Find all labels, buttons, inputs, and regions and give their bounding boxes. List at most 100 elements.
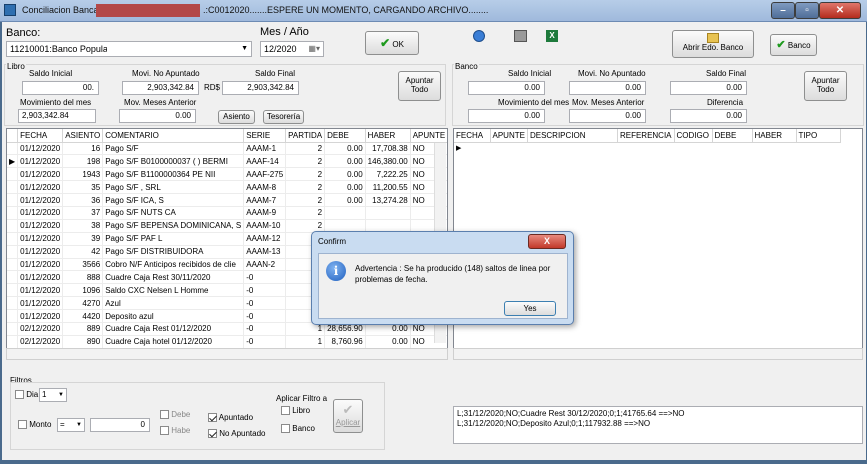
monto-filter[interactable]: Monto [18, 420, 51, 430]
banco-button[interactable]: ✔ Banco [770, 34, 817, 56]
dia-select[interactable]: 1 ▼ [39, 388, 67, 402]
haber-filter[interactable]: Habe [160, 426, 191, 436]
libro-movi-no-apuntado-field[interactable]: 2,903,342.84 [122, 81, 199, 95]
table-row[interactable]: 02/12/2020 890 Cuadre Caja hotel 01/12/202… [7, 335, 447, 349]
row-selector[interactable] [7, 296, 19, 311]
row-selector[interactable] [7, 180, 19, 195]
print-icon[interactable] [514, 30, 527, 42]
help-icon[interactable] [473, 30, 485, 42]
no-apuntado-checkbox[interactable] [208, 429, 217, 439]
banco-movi-no-apuntado-field[interactable]: 0.00 [569, 81, 646, 95]
libro-movimiento-mes-field[interactable]: 2,903,342.84 [18, 109, 96, 123]
libro-column-header[interactable]: COMENTARIO [102, 129, 245, 143]
row-pointer-icon[interactable]: ▶ [7, 154, 19, 169]
tesoreria-button[interactable]: Tesorería [263, 110, 304, 124]
dia-value: 1 [42, 390, 47, 399]
table-cell: Pago S/F DISTRIBUIDORA [102, 245, 245, 259]
chevron-down-icon[interactable]: ▼ [58, 389, 64, 401]
row-selector[interactable] [7, 258, 19, 272]
libro-saldo-final-field[interactable]: 2,903,342.84 [222, 81, 299, 95]
row-selector[interactable] [7, 245, 19, 259]
dia-checkbox[interactable] [15, 390, 24, 400]
banco-column-header[interactable]: TIPO [796, 129, 841, 143]
banco-column-header[interactable]: HABER [752, 129, 797, 143]
libro-column-header[interactable]: APUNTE [410, 129, 447, 143]
apuntado-filter[interactable]: Apuntado [208, 413, 253, 423]
calendar-icon[interactable]: ▦▾ [308, 42, 320, 56]
banco-column-header[interactable]: CODIGO [674, 129, 713, 143]
aplicar-banco-filter[interactable]: Banco [281, 424, 315, 434]
excel-icon[interactable]: X [546, 30, 558, 42]
dia-filter[interactable]: Dia [15, 390, 38, 400]
chevron-down-icon[interactable]: ▼ [76, 419, 82, 431]
aplicar-banco-checkbox[interactable] [281, 424, 290, 434]
minimize-button[interactable]: – [771, 2, 795, 19]
table-row[interactable]: 01/12/2020 35 Pago S/F , SRL AAAM-8 2 0.00 11,… [7, 180, 447, 195]
table-cell: 02/12/2020 [17, 322, 64, 336]
row-selector[interactable] [7, 335, 19, 349]
dialog-close-button[interactable]: X [528, 234, 566, 249]
table-row[interactable]: 01/12/2020 1943 Pago S/F B1100000364 PE NI… [7, 167, 447, 182]
row-selector[interactable] [7, 309, 19, 323]
libro-horizontal-scrollbar[interactable] [6, 348, 448, 360]
row-selector[interactable] [7, 270, 19, 285]
table-row[interactable]: 01/12/2020 37 Pago S/F NUTS CA AAAM-9 2 [7, 206, 447, 220]
aplicar-libro-filter[interactable]: Libro [281, 406, 310, 416]
aplicar-libro-checkbox[interactable] [281, 406, 290, 416]
banco-column-header[interactable]: APUNTE [490, 129, 528, 143]
maximize-button[interactable]: ▫ [795, 2, 819, 19]
banco-movimiento-mes-field[interactable]: 0.00 [468, 109, 545, 123]
libro-column-header[interactable]: HABER [365, 129, 411, 143]
table-cell: Pago S/F BEPENSA DOMINICANA, S [102, 219, 245, 233]
debe-filter[interactable]: Debe [160, 410, 190, 420]
debe-checkbox[interactable] [160, 410, 169, 420]
banco-column-header[interactable]: FECHA [454, 129, 491, 143]
asiento-button[interactable]: Asiento [218, 110, 255, 124]
row-selector[interactable] [7, 167, 19, 182]
aplicar-button[interactable]: ✔ Aplicar [333, 399, 363, 433]
libro-column-header[interactable]: FECHA [17, 129, 64, 143]
banco-saldo-inicial-field[interactable]: 0.00 [468, 81, 545, 95]
row-selector[interactable] [7, 193, 19, 207]
libro-column-header[interactable]: PARTIDA [285, 129, 326, 143]
ok-button[interactable]: ✔ OK [365, 31, 419, 55]
libro-column-header[interactable]: SERIE [243, 129, 287, 143]
table-row[interactable]: ▶ 01/12/2020 198 Pago S/F B0100000037 ( ) B… [7, 154, 447, 169]
libro-column-header[interactable]: ASIENTO [62, 129, 104, 143]
log-output[interactable]: L;31/12/2020;NO;Cuadre Rest 30/12/2020;0… [453, 406, 863, 444]
libro-mov-meses-anterior-field[interactable]: 0.00 [119, 109, 196, 123]
no-apuntado-filter[interactable]: No Apuntado [208, 429, 266, 439]
banco-mov-meses-anterior-field[interactable]: 0.00 [569, 109, 646, 123]
apuntado-checkbox[interactable] [208, 413, 217, 423]
row-selector[interactable] [7, 206, 19, 220]
haber-checkbox[interactable] [160, 426, 169, 436]
row-selector[interactable] [7, 322, 19, 336]
banco-column-header[interactable]: DEBE [712, 129, 753, 143]
monto-input[interactable]: 0 [90, 418, 150, 432]
chevron-down-icon[interactable]: ▼ [241, 42, 248, 56]
libro-saldo-inicial-field[interactable]: 00. [22, 81, 99, 95]
row-selector[interactable] [7, 232, 19, 246]
row-selector[interactable] [7, 283, 19, 298]
mes-picker[interactable]: 12/2020 ▦▾ [260, 41, 324, 57]
banco-column-header[interactable]: REFERENCIA [617, 129, 675, 143]
monto-operator-select[interactable]: = ▼ [57, 418, 85, 432]
table-row[interactable]: 01/12/2020 36 Pago S/F ICA, S AAAM-7 2 0.00 13… [7, 193, 447, 207]
banco-select[interactable]: 11210001:Banco Popular ▼ [6, 41, 252, 57]
close-window-button[interactable]: ✕ [819, 2, 861, 19]
monto-checkbox[interactable] [18, 420, 27, 430]
dialog-yes-button[interactable]: Yes [504, 301, 556, 316]
banco-apuntar-todo-button[interactable]: Apuntar Todo [804, 71, 847, 101]
banco-diferencia-field[interactable]: 0.00 [670, 109, 747, 123]
libro-apuntar-todo-button[interactable]: Apuntar Todo [398, 71, 441, 101]
table-row[interactable]: 01/12/2020 16 Pago S/F AAAM-1 2 0.00 17,708.38… [7, 142, 447, 156]
banco-saldo-final-field[interactable]: 0.00 [670, 81, 747, 95]
table-cell: -0 [243, 270, 287, 285]
abrir-edo-banco-button[interactable]: Abrir Edo. Banco [672, 30, 754, 58]
haber-label: Habe [171, 426, 191, 435]
libro-column-header[interactable]: DEBE [324, 129, 366, 143]
banco-column-header[interactable]: DESCRIPCION [527, 129, 618, 143]
row-selector[interactable] [7, 219, 19, 233]
banco-horizontal-scrollbar[interactable] [453, 348, 863, 360]
row-selector[interactable] [7, 142, 19, 156]
